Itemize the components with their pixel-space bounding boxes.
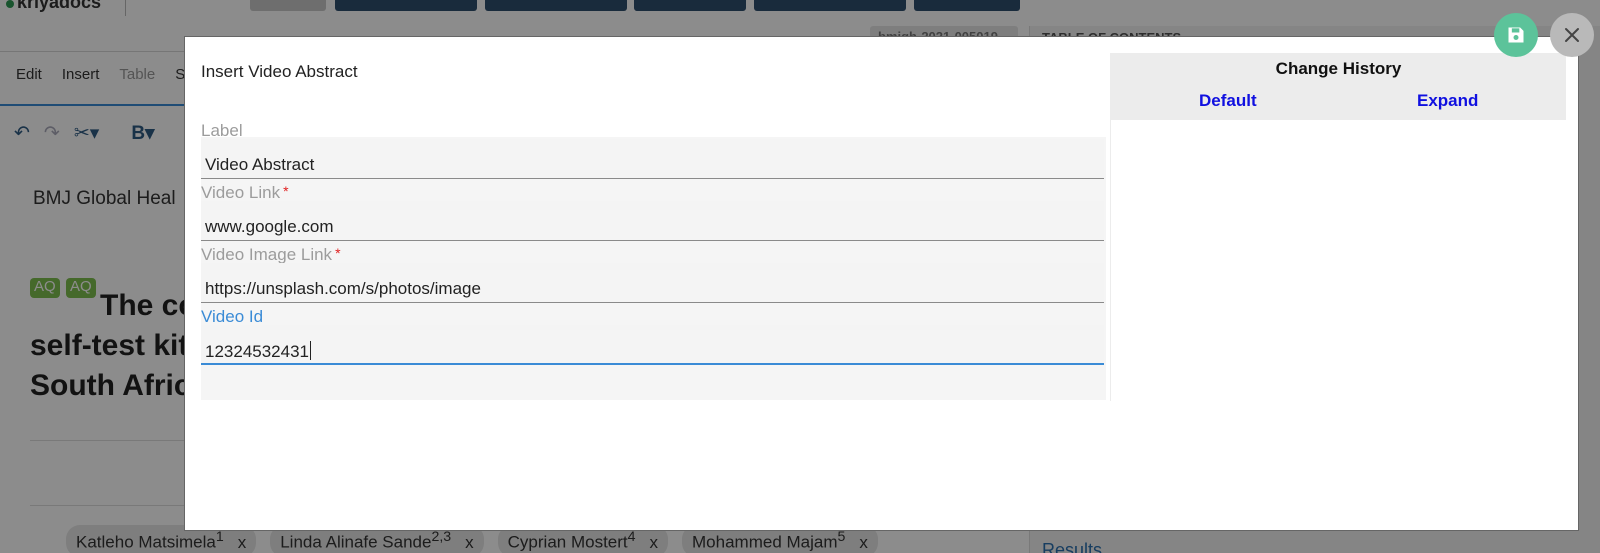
- save-button[interactable]: [1494, 13, 1538, 57]
- label-input[interactable]: Video Abstract: [201, 139, 1104, 179]
- required-marker: *: [335, 245, 341, 261]
- video-image-link-input[interactable]: https://unsplash.com/s/photos/image: [201, 263, 1104, 303]
- video-id-input[interactable]: 12324532431: [201, 325, 1104, 365]
- tab-default[interactable]: Default: [1199, 91, 1257, 111]
- save-icon: [1508, 27, 1524, 43]
- video-link-label: Video Link *: [201, 183, 289, 202]
- video-id-label: Video Id: [201, 307, 264, 326]
- required-marker: *: [283, 183, 289, 199]
- close-icon: [1565, 28, 1579, 42]
- change-history-title: Change History: [1275, 59, 1402, 78]
- change-history-header: Change History Default Expand: [1111, 53, 1566, 120]
- dialog-title: Insert Video Abstract: [201, 62, 358, 81]
- close-button[interactable]: [1550, 13, 1594, 57]
- tab-expand[interactable]: Expand: [1417, 91, 1478, 111]
- label-field-label: Label: [201, 121, 243, 140]
- change-history-panel: Change History Default Expand: [1110, 53, 1566, 401]
- video-link-input[interactable]: www.google.com: [201, 201, 1104, 241]
- text-cursor: [310, 341, 312, 360]
- insert-video-abstract-dialog: Insert Video Abstract Label Video Abstra…: [184, 36, 1579, 531]
- video-image-link-label: Video Image Link *: [201, 245, 341, 264]
